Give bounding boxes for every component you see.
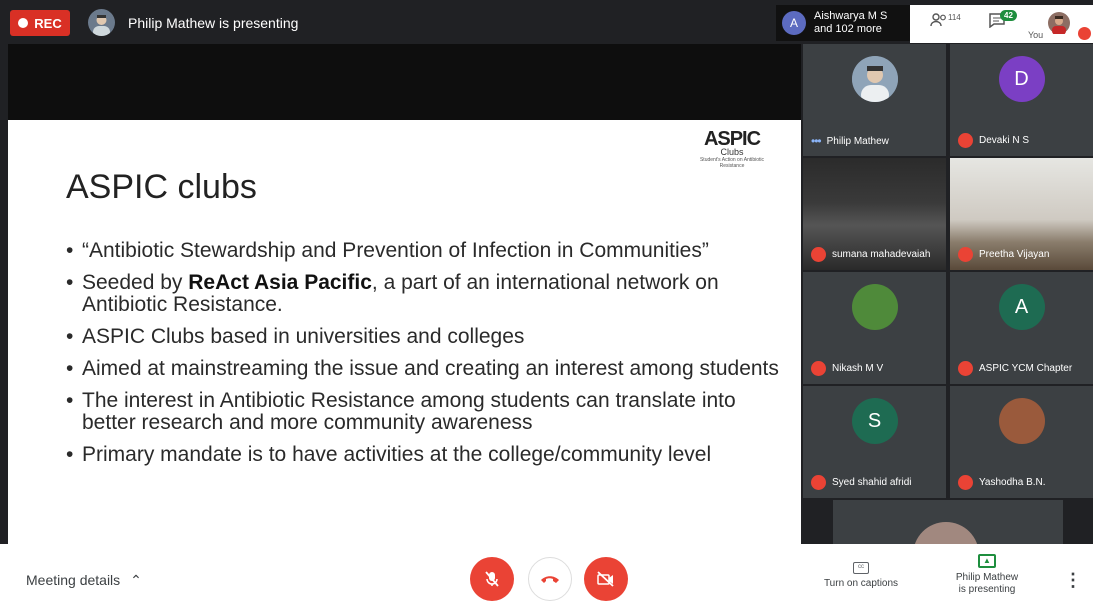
- chat-button[interactable]: 42: [988, 10, 1017, 31]
- meeting-details-label: Meeting details: [26, 572, 121, 588]
- closed-captions-icon: cc: [853, 562, 869, 574]
- self-avatar[interactable]: [1048, 12, 1070, 35]
- presented-slide: ASPIC Clubs Student's Action on Antibiot…: [8, 120, 801, 544]
- mic-off-icon: [485, 571, 499, 587]
- captions-button[interactable]: cc Turn on captions: [817, 562, 905, 590]
- slide-bullet-list: “Antibiotic Stewardship and Prevention o…: [66, 240, 786, 476]
- top-right-panel: 114 42 You: [910, 5, 1093, 43]
- participants-summary[interactable]: A Aishwarya M S and 102 more: [776, 5, 910, 41]
- camera-off-icon: [597, 571, 614, 587]
- participant-name: Devaki N S: [979, 135, 1030, 146]
- participant-name: Nikash M V: [832, 363, 884, 374]
- aspic-logo: ASPIC Clubs Student's Action on Antibiot…: [699, 128, 765, 169]
- slide-bullet: Aimed at mainstreaming the issue and cre…: [66, 358, 786, 381]
- hang-up-icon: [541, 576, 559, 583]
- self-label: You: [1028, 30, 1044, 40]
- presenter-avatar: [88, 9, 115, 36]
- participant-tile[interactable]: Nikash M V: [803, 272, 946, 384]
- participant-avatar: S: [851, 398, 898, 444]
- participant-grid: ••• Philip Mathew D Devaki N S sumana mah…: [803, 44, 1093, 562]
- slide-bullet: ASPIC Clubs based in universities and co…: [66, 326, 786, 349]
- people-icon: [930, 13, 946, 27]
- participant-tile[interactable]: S Syed shahid afridi: [803, 386, 946, 498]
- captions-label: Turn on captions: [823, 578, 899, 589]
- chat-badge: 42: [1000, 10, 1017, 21]
- speaking-indicator-icon: •••: [811, 134, 822, 148]
- participant-name: ASPIC YCM Chapter: [979, 363, 1073, 374]
- leave-call-button[interactable]: [528, 557, 572, 601]
- camera-toggle-button[interactable]: [584, 557, 628, 601]
- muted-icon: [811, 361, 826, 376]
- participant-name: Syed shahid afridi: [832, 477, 912, 488]
- slide-bullet: The interest in Antibiotic Resistance am…: [66, 390, 786, 434]
- rec-label: REC: [34, 15, 62, 31]
- self-muted-icon: [1078, 27, 1091, 40]
- participant-tile[interactable]: Preetha Vijayan: [950, 158, 1093, 270]
- participant-avatar: [851, 284, 898, 330]
- meeting-details-button[interactable]: Meeting details ⌃: [26, 572, 142, 589]
- participant-tile[interactable]: Yashodha B.N.: [950, 386, 1093, 498]
- participant-avatar: A: [782, 11, 806, 35]
- more-options-icon[interactable]: ⋮: [1064, 570, 1082, 591]
- slide-title: ASPIC clubs: [66, 168, 257, 206]
- presenting-label-line1: Philip Mathew: [955, 572, 1019, 583]
- participant-name: sumana mahadevaiah: [832, 249, 931, 260]
- participant-name: Philip Mathew: [826, 135, 889, 147]
- participant-name: Aishwarya M S: [814, 10, 888, 22]
- muted-icon: [958, 475, 973, 490]
- participant-avatar: [998, 398, 1045, 444]
- participant-avatar: D: [998, 56, 1045, 102]
- muted-icon: [811, 475, 826, 490]
- participant-tile[interactable]: ••• Philip Mathew: [803, 44, 946, 156]
- present-screen-icon: ▲: [978, 554, 996, 568]
- slide-bullet: “Antibiotic Stewardship and Prevention o…: [66, 240, 786, 263]
- microphone-toggle-button[interactable]: [470, 557, 514, 601]
- participant-avatar: [851, 56, 898, 102]
- participant-name: Yashodha B.N.: [979, 477, 1046, 488]
- participant-tile[interactable]: sumana mahadevaiah: [803, 158, 946, 270]
- chevron-up-icon: ⌃: [130, 572, 142, 588]
- record-dot-icon: [18, 18, 29, 28]
- muted-icon: [811, 247, 826, 262]
- muted-icon: [958, 361, 973, 376]
- present-now-button[interactable]: ▲ Philip Mathew is presenting: [945, 554, 1029, 596]
- slide-bullet: Seeded by ReAct Asia Pacific, a part of …: [66, 272, 786, 316]
- people-button[interactable]: 114: [930, 13, 961, 30]
- slide-bullet: Primary mandate is to have activities at…: [66, 444, 786, 467]
- participant-avatar: A: [998, 284, 1045, 330]
- people-count: 114: [948, 13, 961, 22]
- participant-tile[interactable]: D Devaki N S: [950, 44, 1093, 156]
- muted-icon: [958, 247, 973, 262]
- participant-name: Preetha Vijayan: [979, 249, 1050, 260]
- presentation-margin: [8, 44, 801, 120]
- bottom-bar: Meeting details ⌃ cc Turn on captions ▲ …: [0, 544, 1093, 607]
- participant-more-count: and 102 more: [814, 23, 882, 35]
- participant-tile[interactable]: [833, 500, 1063, 562]
- muted-icon: [958, 133, 973, 148]
- recording-badge: REC: [10, 10, 70, 36]
- meet-window: REC Philip Mathew is presenting A Aishwa…: [0, 0, 1093, 607]
- presenter-status-text: Philip Mathew is presenting: [128, 15, 299, 31]
- top-bar: REC Philip Mathew is presenting A Aishwa…: [0, 0, 1093, 44]
- presenting-label-line2: is presenting: [958, 584, 1016, 595]
- participant-tile[interactable]: A ASPIC YCM Chapter: [950, 272, 1093, 384]
